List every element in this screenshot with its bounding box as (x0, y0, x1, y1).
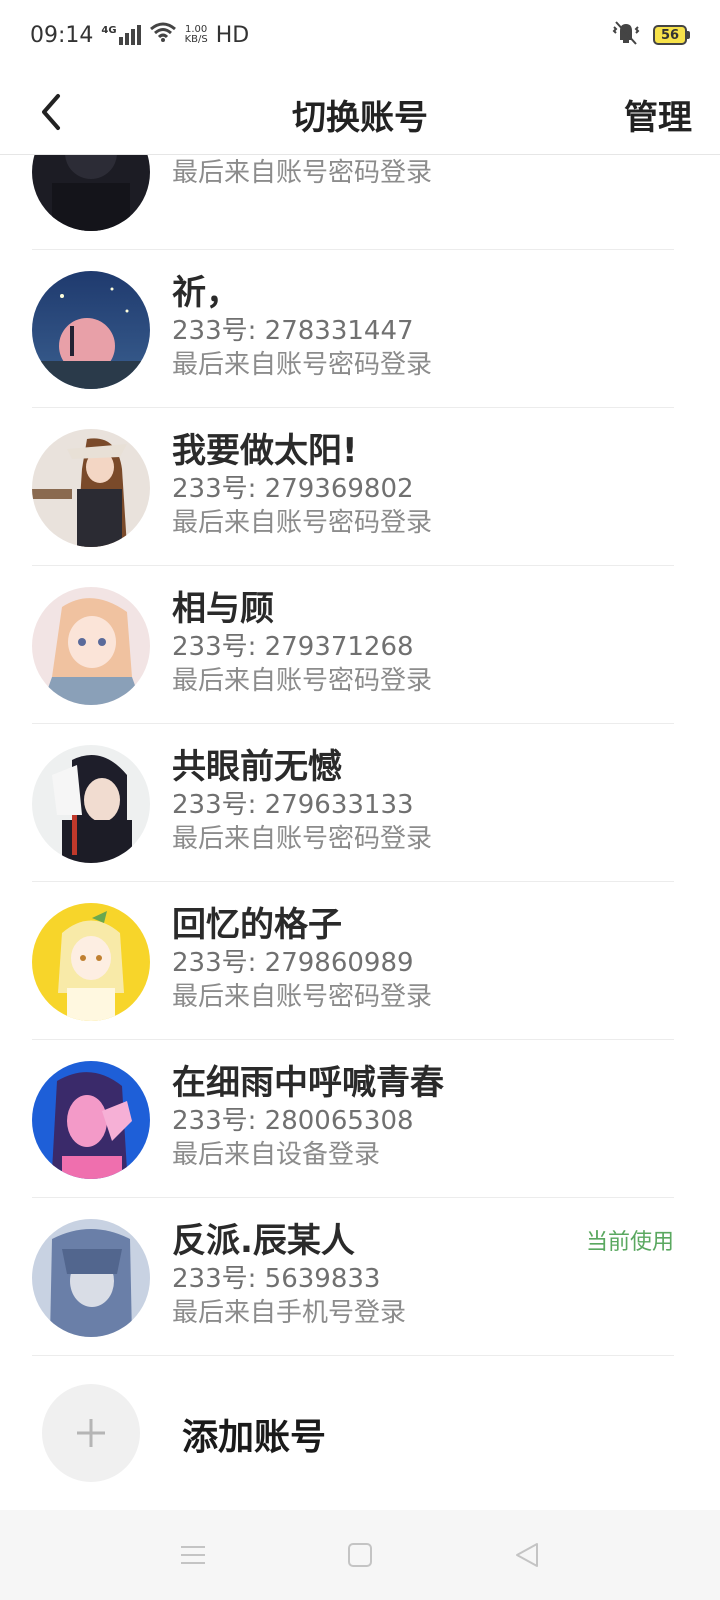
status-left: 09:14 4G 1.00 KB/S HD (30, 21, 249, 49)
account-row[interactable]: 我要做太阳! 233号: 279369802 最后来自账号密码登录 (32, 408, 674, 566)
account-id: 233号: 278331447 (172, 316, 414, 346)
account-id: 233号: 279371268 (172, 632, 414, 662)
account-login-method: 最后来自账号密码登录 (172, 158, 433, 188)
speed-unit: KB/S (184, 34, 208, 45)
mute-vibrate-icon (611, 20, 641, 50)
avatar (32, 271, 150, 389)
avatar (32, 587, 150, 705)
account-name: 回忆的格子 (172, 905, 342, 945)
account-name: 共眼前无憾 (172, 747, 342, 787)
account-login-method: 最后来自账号密码登录 (172, 824, 433, 854)
avatar (32, 1219, 150, 1337)
plus-icon (77, 1419, 105, 1447)
account-login-method: 最后来自手机号登录 (172, 1298, 407, 1328)
add-account-label: 添加账号 (182, 1417, 327, 1458)
account-row[interactable]: 相与顾 233号: 279371268 最后来自账号密码登录 (32, 566, 674, 724)
add-account-row[interactable]: 添加账号 (32, 1356, 674, 1510)
manage-button[interactable]: 管理 (624, 90, 692, 139)
network-type: 4G (101, 25, 117, 36)
menu-icon (181, 1546, 206, 1564)
account-id: 233号: 279860989 (172, 948, 414, 978)
avatar (32, 155, 150, 231)
account-id: 233号: 279633133 (172, 790, 414, 820)
account-row[interactable]: 最后来自账号密码登录 (32, 155, 674, 250)
add-account-button[interactable] (42, 1384, 140, 1482)
avatar (32, 1061, 150, 1179)
account-name: 我要做太阳! (172, 431, 358, 471)
account-id: 233号: 279369802 (172, 474, 414, 504)
home-button[interactable] (340, 1535, 380, 1575)
account-id: 233号: 5639833 (172, 1264, 381, 1294)
network-speed: 1.00 KB/S (185, 25, 208, 45)
system-nav-bar (0, 1510, 720, 1600)
avatar (32, 903, 150, 1021)
current-account-badge: 当前使用 (585, 1230, 674, 1255)
back-triangle-icon (515, 1543, 538, 1567)
account-row[interactable]: 祈， 233号: 278331447 最后来自账号密码登录 (32, 250, 674, 408)
signal-icon: 4G (101, 25, 141, 45)
battery-level: 56 (653, 25, 687, 45)
avatar (32, 429, 150, 547)
account-name: 祈， (172, 273, 240, 313)
account-row[interactable]: 共眼前无憾 233号: 279633133 最后来自账号密码登录 (32, 724, 674, 882)
battery-icon: 56 (653, 25, 690, 45)
account-list[interactable]: 最后来自账号密码登录 祈， 233号: 278331447 最后来自账号密码登录 (0, 155, 720, 1510)
status-bar: 09:14 4G 1.00 KB/S HD 56 (0, 0, 720, 70)
avatar (32, 745, 150, 863)
account-login-method: 最后来自账号密码登录 (172, 666, 433, 696)
account-login-method: 最后来自账号密码登录 (172, 350, 433, 380)
status-right: 56 (611, 20, 690, 50)
account-name: 在细雨中呼喊青春 (172, 1063, 444, 1103)
header-bar: 切换账号 管理 (0, 70, 720, 155)
account-row[interactable]: 回忆的格子 233号: 279860989 最后来自账号密码登录 (32, 882, 674, 1040)
account-id: 233号: 280065308 (172, 1106, 414, 1136)
account-row[interactable]: 在细雨中呼喊青春 233号: 280065308 最后来自设备登录 (32, 1040, 674, 1198)
account-login-method: 最后来自账号密码登录 (172, 982, 433, 1012)
status-time: 09:14 (30, 22, 94, 48)
menu-button[interactable] (173, 1535, 213, 1575)
hd-label: HD (215, 22, 250, 48)
home-square-icon (347, 1543, 372, 1567)
back-nav-button[interactable] (507, 1535, 547, 1575)
account-login-method: 最后来自账号密码登录 (172, 508, 433, 538)
wifi-icon (149, 21, 177, 49)
account-name: 相与顾 (172, 589, 274, 629)
account-row-current[interactable]: 反派.辰某人 233号: 5639833 最后来自手机号登录 当前使用 (32, 1198, 674, 1356)
account-login-method: 最后来自设备登录 (172, 1140, 381, 1170)
page-title: 切换账号 (292, 98, 428, 138)
